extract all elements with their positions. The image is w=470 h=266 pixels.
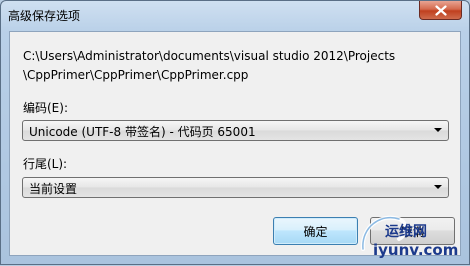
dropdown-arrow-icon [434, 185, 442, 189]
line-endings-selected-value: 当前设置 [29, 182, 78, 196]
dialog-title: 高级保存选项 [8, 9, 81, 23]
encoding-label: 编码(E): [23, 101, 68, 115]
file-path-line-1: C:\Users\Administrator\documents\visual … [23, 49, 396, 63]
encoding-dropdown[interactable]: Unicode (UTF-8 带签名) - 代码页 65001 [22, 120, 449, 141]
close-button[interactable] [419, 1, 462, 20]
advanced-save-options-dialog: 高级保存选项 C:\Users\Administrator\documents\… [0, 0, 470, 265]
ok-button[interactable]: 确定 [273, 217, 358, 245]
encoding-selected-value: Unicode (UTF-8 带签名) - 代码页 65001 [29, 125, 256, 139]
close-icon [434, 4, 447, 16]
file-path-line-2: \CppPrimer\CppPrimer\CppPrimer.cpp [23, 68, 249, 82]
line-endings-label: 行尾(L): [23, 157, 68, 171]
file-path: C:\Users\Administrator\documents\visual … [23, 47, 453, 85]
line-endings-dropdown[interactable]: 当前设置 [22, 177, 449, 198]
title-bar[interactable]: 高级保存选项 [1, 1, 469, 31]
watermark-brand: 运维网 [385, 224, 427, 240]
watermark-logo: 运维网 iyunv.com [359, 209, 470, 266]
dropdown-arrow-icon [434, 128, 442, 132]
watermark-domain: iyunv.com [373, 241, 459, 259]
